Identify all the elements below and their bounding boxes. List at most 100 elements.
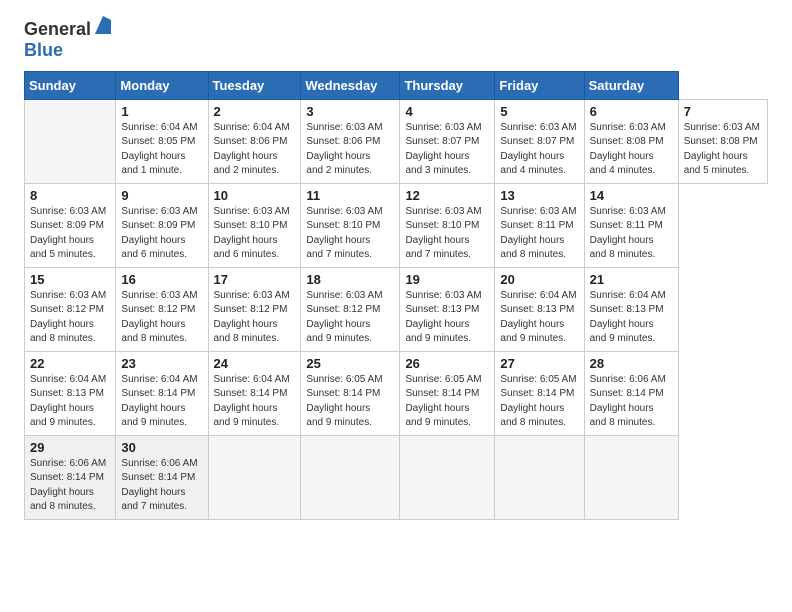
- day-info: Sunrise: 6:03 AMSunset: 8:06 PMDaylight …: [306, 122, 382, 177]
- calendar-day-cell: 28 Sunrise: 6:06 AMSunset: 8:14 PMDaylig…: [584, 351, 678, 435]
- day-number: 6: [590, 104, 673, 119]
- day-number: 24: [214, 356, 296, 371]
- calendar-day-cell: [495, 435, 584, 519]
- calendar-day-cell: [400, 435, 495, 519]
- calendar-day-cell: 7 Sunrise: 6:03 AMSunset: 8:08 PMDayligh…: [678, 99, 767, 183]
- calendar-week-row: 29 Sunrise: 6:06 AMSunset: 8:14 PMDaylig…: [25, 435, 768, 519]
- day-info: Sunrise: 6:03 AMSunset: 8:10 PMDaylight …: [214, 206, 290, 261]
- day-info: Sunrise: 6:04 AMSunset: 8:13 PMDaylight …: [590, 290, 666, 345]
- calendar-day-cell: 18 Sunrise: 6:03 AMSunset: 8:12 PMDaylig…: [301, 267, 400, 351]
- day-number: 23: [121, 356, 202, 371]
- calendar-week-row: 22 Sunrise: 6:04 AMSunset: 8:13 PMDaylig…: [25, 351, 768, 435]
- calendar-header-row: SundayMondayTuesdayWednesdayThursdayFrid…: [25, 71, 768, 99]
- day-info: Sunrise: 6:03 AMSunset: 8:10 PMDaylight …: [306, 206, 382, 261]
- logo: General Blue: [24, 20, 111, 61]
- calendar-week-row: 8 Sunrise: 6:03 AMSunset: 8:09 PMDayligh…: [25, 183, 768, 267]
- day-info: Sunrise: 6:03 AMSunset: 8:11 PMDaylight …: [500, 206, 576, 261]
- calendar-day-cell: 23 Sunrise: 6:04 AMSunset: 8:14 PMDaylig…: [116, 351, 208, 435]
- day-info: Sunrise: 6:04 AMSunset: 8:13 PMDaylight …: [500, 290, 576, 345]
- calendar-day-cell: 19 Sunrise: 6:03 AMSunset: 8:13 PMDaylig…: [400, 267, 495, 351]
- empty-cell: [25, 99, 116, 183]
- calendar-day-cell: [584, 435, 678, 519]
- day-info: Sunrise: 6:04 AMSunset: 8:14 PMDaylight …: [214, 374, 290, 429]
- day-info: Sunrise: 6:06 AMSunset: 8:14 PMDaylight …: [590, 374, 666, 429]
- day-number: 15: [30, 272, 110, 287]
- day-number: 22: [30, 356, 110, 371]
- calendar-day-cell: 14 Sunrise: 6:03 AMSunset: 8:11 PMDaylig…: [584, 183, 678, 267]
- day-info: Sunrise: 6:03 AMSunset: 8:10 PMDaylight …: [405, 206, 481, 261]
- day-info: Sunrise: 6:05 AMSunset: 8:14 PMDaylight …: [306, 374, 382, 429]
- day-number: 3: [306, 104, 394, 119]
- day-info: Sunrise: 6:03 AMSunset: 8:12 PMDaylight …: [121, 290, 197, 345]
- day-number: 26: [405, 356, 489, 371]
- day-number: 12: [405, 188, 489, 203]
- calendar-day-cell: 4 Sunrise: 6:03 AMSunset: 8:07 PMDayligh…: [400, 99, 495, 183]
- calendar-week-row: 1 Sunrise: 6:04 AMSunset: 8:05 PMDayligh…: [25, 99, 768, 183]
- day-number: 2: [214, 104, 296, 119]
- day-info: Sunrise: 6:04 AMSunset: 8:06 PMDaylight …: [214, 122, 290, 177]
- day-number: 13: [500, 188, 578, 203]
- day-info: Sunrise: 6:04 AMSunset: 8:13 PMDaylight …: [30, 374, 106, 429]
- calendar-header-saturday: Saturday: [584, 71, 678, 99]
- calendar-day-cell: 12 Sunrise: 6:03 AMSunset: 8:10 PMDaylig…: [400, 183, 495, 267]
- header: General Blue: [24, 20, 768, 61]
- day-info: Sunrise: 6:06 AMSunset: 8:14 PMDaylight …: [30, 458, 106, 513]
- calendar-day-cell: 21 Sunrise: 6:04 AMSunset: 8:13 PMDaylig…: [584, 267, 678, 351]
- calendar-day-cell: 29 Sunrise: 6:06 AMSunset: 8:14 PMDaylig…: [25, 435, 116, 519]
- calendar-day-cell: 25 Sunrise: 6:05 AMSunset: 8:14 PMDaylig…: [301, 351, 400, 435]
- logo-general-text: General: [24, 20, 91, 40]
- calendar-day-cell: 17 Sunrise: 6:03 AMSunset: 8:12 PMDaylig…: [208, 267, 301, 351]
- calendar-week-row: 15 Sunrise: 6:03 AMSunset: 8:12 PMDaylig…: [25, 267, 768, 351]
- calendar-header-wednesday: Wednesday: [301, 71, 400, 99]
- day-info: Sunrise: 6:03 AMSunset: 8:13 PMDaylight …: [405, 290, 481, 345]
- day-number: 27: [500, 356, 578, 371]
- calendar-header-tuesday: Tuesday: [208, 71, 301, 99]
- day-number: 17: [214, 272, 296, 287]
- day-info: Sunrise: 6:03 AMSunset: 8:08 PMDaylight …: [684, 122, 760, 177]
- calendar-day-cell: [301, 435, 400, 519]
- calendar-day-cell: 22 Sunrise: 6:04 AMSunset: 8:13 PMDaylig…: [25, 351, 116, 435]
- day-number: 25: [306, 356, 394, 371]
- calendar-day-cell: 2 Sunrise: 6:04 AMSunset: 8:06 PMDayligh…: [208, 99, 301, 183]
- day-info: Sunrise: 6:03 AMSunset: 8:07 PMDaylight …: [405, 122, 481, 177]
- calendar-day-cell: 15 Sunrise: 6:03 AMSunset: 8:12 PMDaylig…: [25, 267, 116, 351]
- calendar-header-thursday: Thursday: [400, 71, 495, 99]
- day-number: 29: [30, 440, 110, 455]
- calendar-day-cell: 8 Sunrise: 6:03 AMSunset: 8:09 PMDayligh…: [25, 183, 116, 267]
- day-number: 4: [405, 104, 489, 119]
- calendar-day-cell: 24 Sunrise: 6:04 AMSunset: 8:14 PMDaylig…: [208, 351, 301, 435]
- calendar-day-cell: 27 Sunrise: 6:05 AMSunset: 8:14 PMDaylig…: [495, 351, 584, 435]
- day-number: 9: [121, 188, 202, 203]
- day-info: Sunrise: 6:05 AMSunset: 8:14 PMDaylight …: [500, 374, 576, 429]
- day-info: Sunrise: 6:05 AMSunset: 8:14 PMDaylight …: [405, 374, 481, 429]
- calendar-day-cell: 10 Sunrise: 6:03 AMSunset: 8:10 PMDaylig…: [208, 183, 301, 267]
- day-number: 21: [590, 272, 673, 287]
- day-number: 30: [121, 440, 202, 455]
- day-info: Sunrise: 6:03 AMSunset: 8:12 PMDaylight …: [214, 290, 290, 345]
- day-number: 16: [121, 272, 202, 287]
- day-number: 10: [214, 188, 296, 203]
- calendar-body: 1 Sunrise: 6:04 AMSunset: 8:05 PMDayligh…: [25, 99, 768, 519]
- calendar-day-cell: 6 Sunrise: 6:03 AMSunset: 8:08 PMDayligh…: [584, 99, 678, 183]
- calendar-day-cell: 26 Sunrise: 6:05 AMSunset: 8:14 PMDaylig…: [400, 351, 495, 435]
- day-number: 1: [121, 104, 202, 119]
- calendar-day-cell: 16 Sunrise: 6:03 AMSunset: 8:12 PMDaylig…: [116, 267, 208, 351]
- day-number: 14: [590, 188, 673, 203]
- day-number: 8: [30, 188, 110, 203]
- calendar-day-cell: 13 Sunrise: 6:03 AMSunset: 8:11 PMDaylig…: [495, 183, 584, 267]
- calendar-header-sunday: Sunday: [25, 71, 116, 99]
- day-info: Sunrise: 6:03 AMSunset: 8:12 PMDaylight …: [30, 290, 106, 345]
- day-number: 28: [590, 356, 673, 371]
- day-info: Sunrise: 6:06 AMSunset: 8:14 PMDaylight …: [121, 458, 197, 513]
- day-info: Sunrise: 6:03 AMSunset: 8:09 PMDaylight …: [121, 206, 197, 261]
- calendar-day-cell: 5 Sunrise: 6:03 AMSunset: 8:07 PMDayligh…: [495, 99, 584, 183]
- logo-blue-text: Blue: [24, 40, 63, 61]
- day-number: 5: [500, 104, 578, 119]
- calendar-day-cell: 9 Sunrise: 6:03 AMSunset: 8:09 PMDayligh…: [116, 183, 208, 267]
- day-info: Sunrise: 6:03 AMSunset: 8:07 PMDaylight …: [500, 122, 576, 177]
- day-info: Sunrise: 6:03 AMSunset: 8:09 PMDaylight …: [30, 206, 106, 261]
- day-info: Sunrise: 6:03 AMSunset: 8:12 PMDaylight …: [306, 290, 382, 345]
- day-number: 18: [306, 272, 394, 287]
- calendar-day-cell: 30 Sunrise: 6:06 AMSunset: 8:14 PMDaylig…: [116, 435, 208, 519]
- calendar-day-cell: [208, 435, 301, 519]
